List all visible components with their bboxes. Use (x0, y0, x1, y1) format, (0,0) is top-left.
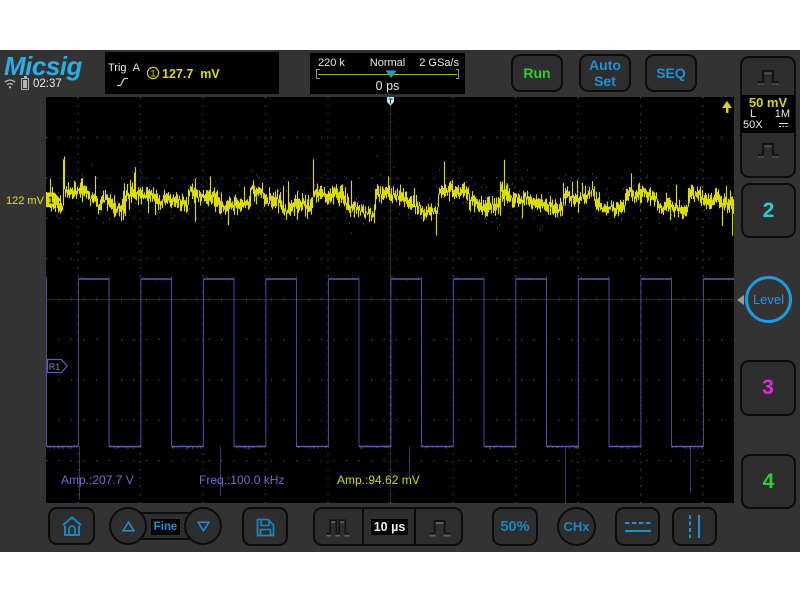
svg-text:Amp.:207.7 V: Amp.:207.7 V (61, 473, 134, 487)
svg-text:Freq.:100.0 kHz: Freq.:100.0 kHz (199, 473, 284, 487)
svg-text:Amp.:94.62 mV: Amp.:94.62 mV (337, 473, 420, 487)
svg-text:R1: R1 (49, 362, 61, 372)
svg-text:T: T (388, 99, 393, 106)
svg-text:1: 1 (48, 196, 54, 207)
svg-text:1: 1 (150, 69, 155, 80)
